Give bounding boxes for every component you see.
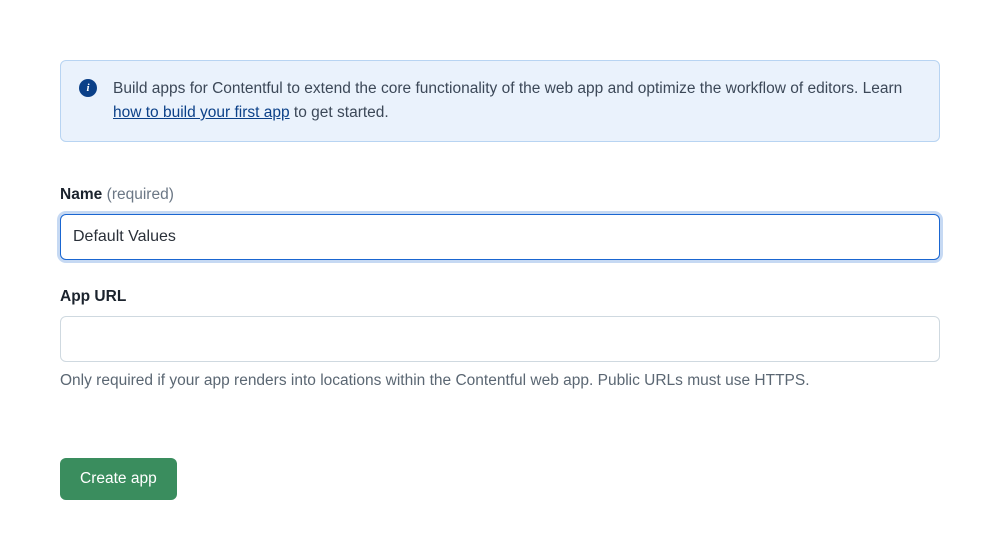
name-input[interactable]	[60, 214, 940, 260]
name-label: Name	[60, 186, 102, 203]
name-label-row: Name (required)	[60, 186, 940, 204]
app-url-help-text: Only required if your app renders into l…	[60, 372, 940, 390]
form-group-app-url: App URL Only required if your app render…	[60, 288, 940, 390]
info-link[interactable]: how to build your first app	[113, 104, 290, 121]
info-banner: i Build apps for Contentful to extend th…	[60, 60, 940, 142]
info-banner-text: Build apps for Contentful to extend the …	[113, 77, 921, 125]
name-required-indicator: (required)	[107, 186, 174, 203]
info-text-after: to get started.	[290, 104, 389, 121]
info-icon: i	[79, 79, 97, 97]
app-url-label: App URL	[60, 288, 126, 305]
app-url-label-row: App URL	[60, 288, 940, 306]
form-group-name: Name (required)	[60, 186, 940, 260]
create-app-button[interactable]: Create app	[60, 458, 177, 500]
app-url-input[interactable]	[60, 316, 940, 362]
info-text-before: Build apps for Contentful to extend the …	[113, 80, 902, 97]
